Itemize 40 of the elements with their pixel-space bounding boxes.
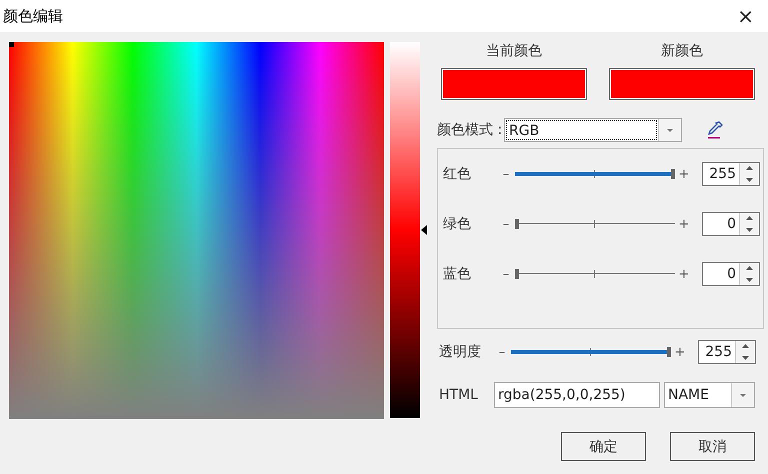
channel-label: 红色	[443, 165, 472, 183]
color-spectrum[interactable]	[9, 42, 384, 419]
slider-track[interactable]	[515, 169, 675, 179]
decrease-button[interactable]: –	[499, 216, 513, 232]
channel-label: 透明度	[439, 343, 482, 361]
close-button[interactable]: ×	[737, 6, 754, 26]
html-label: HTML	[439, 387, 479, 403]
number-spinbox[interactable]: 0	[702, 212, 760, 236]
slider-thumb[interactable]	[515, 219, 519, 229]
dialog-button[interactable]: 取消	[670, 432, 755, 461]
format-dropdown[interactable]: NAME	[664, 382, 755, 408]
increase-button[interactable]: +	[673, 344, 687, 360]
number-spinbox[interactable]: 255	[702, 162, 760, 186]
slider-thumb[interactable]	[667, 347, 671, 357]
eyedropper-icon[interactable]	[707, 121, 723, 139]
slider-thumb[interactable]	[515, 269, 519, 279]
html-input-field[interactable]: rgba(255,0,0,255)	[494, 382, 660, 408]
slider-track[interactable]	[511, 347, 671, 357]
decrease-button[interactable]: –	[499, 266, 513, 282]
number-spinbox[interactable]: 0	[702, 262, 760, 286]
picker-marker[interactable]	[9, 42, 14, 47]
mode-label: 颜色模式 :	[437, 121, 504, 139]
slider-thumb[interactable]	[671, 169, 675, 179]
lightness-pointer-icon[interactable]	[421, 225, 427, 235]
slider-track[interactable]	[515, 219, 675, 229]
lightness-bar[interactable]	[390, 42, 420, 418]
decrease-button[interactable]: –	[495, 344, 509, 360]
number-spinbox[interactable]: 255	[698, 340, 756, 364]
increase-button[interactable]: +	[677, 166, 691, 182]
swatch-label: 当前颜色	[486, 42, 542, 60]
decrease-button[interactable]: –	[499, 166, 513, 182]
slider-track[interactable]	[515, 269, 675, 279]
swatch-label: 新颜色	[661, 42, 703, 60]
channel-label: 绿色	[443, 215, 472, 233]
increase-button[interactable]: +	[677, 266, 691, 282]
increase-button[interactable]: +	[677, 216, 691, 232]
dialog-button[interactable]: 确定	[561, 432, 646, 461]
mode-dropdown[interactable]: RGB	[504, 118, 682, 142]
channel-label: 蓝色	[443, 265, 472, 283]
window-title: 颜色编辑	[2, 6, 63, 26]
